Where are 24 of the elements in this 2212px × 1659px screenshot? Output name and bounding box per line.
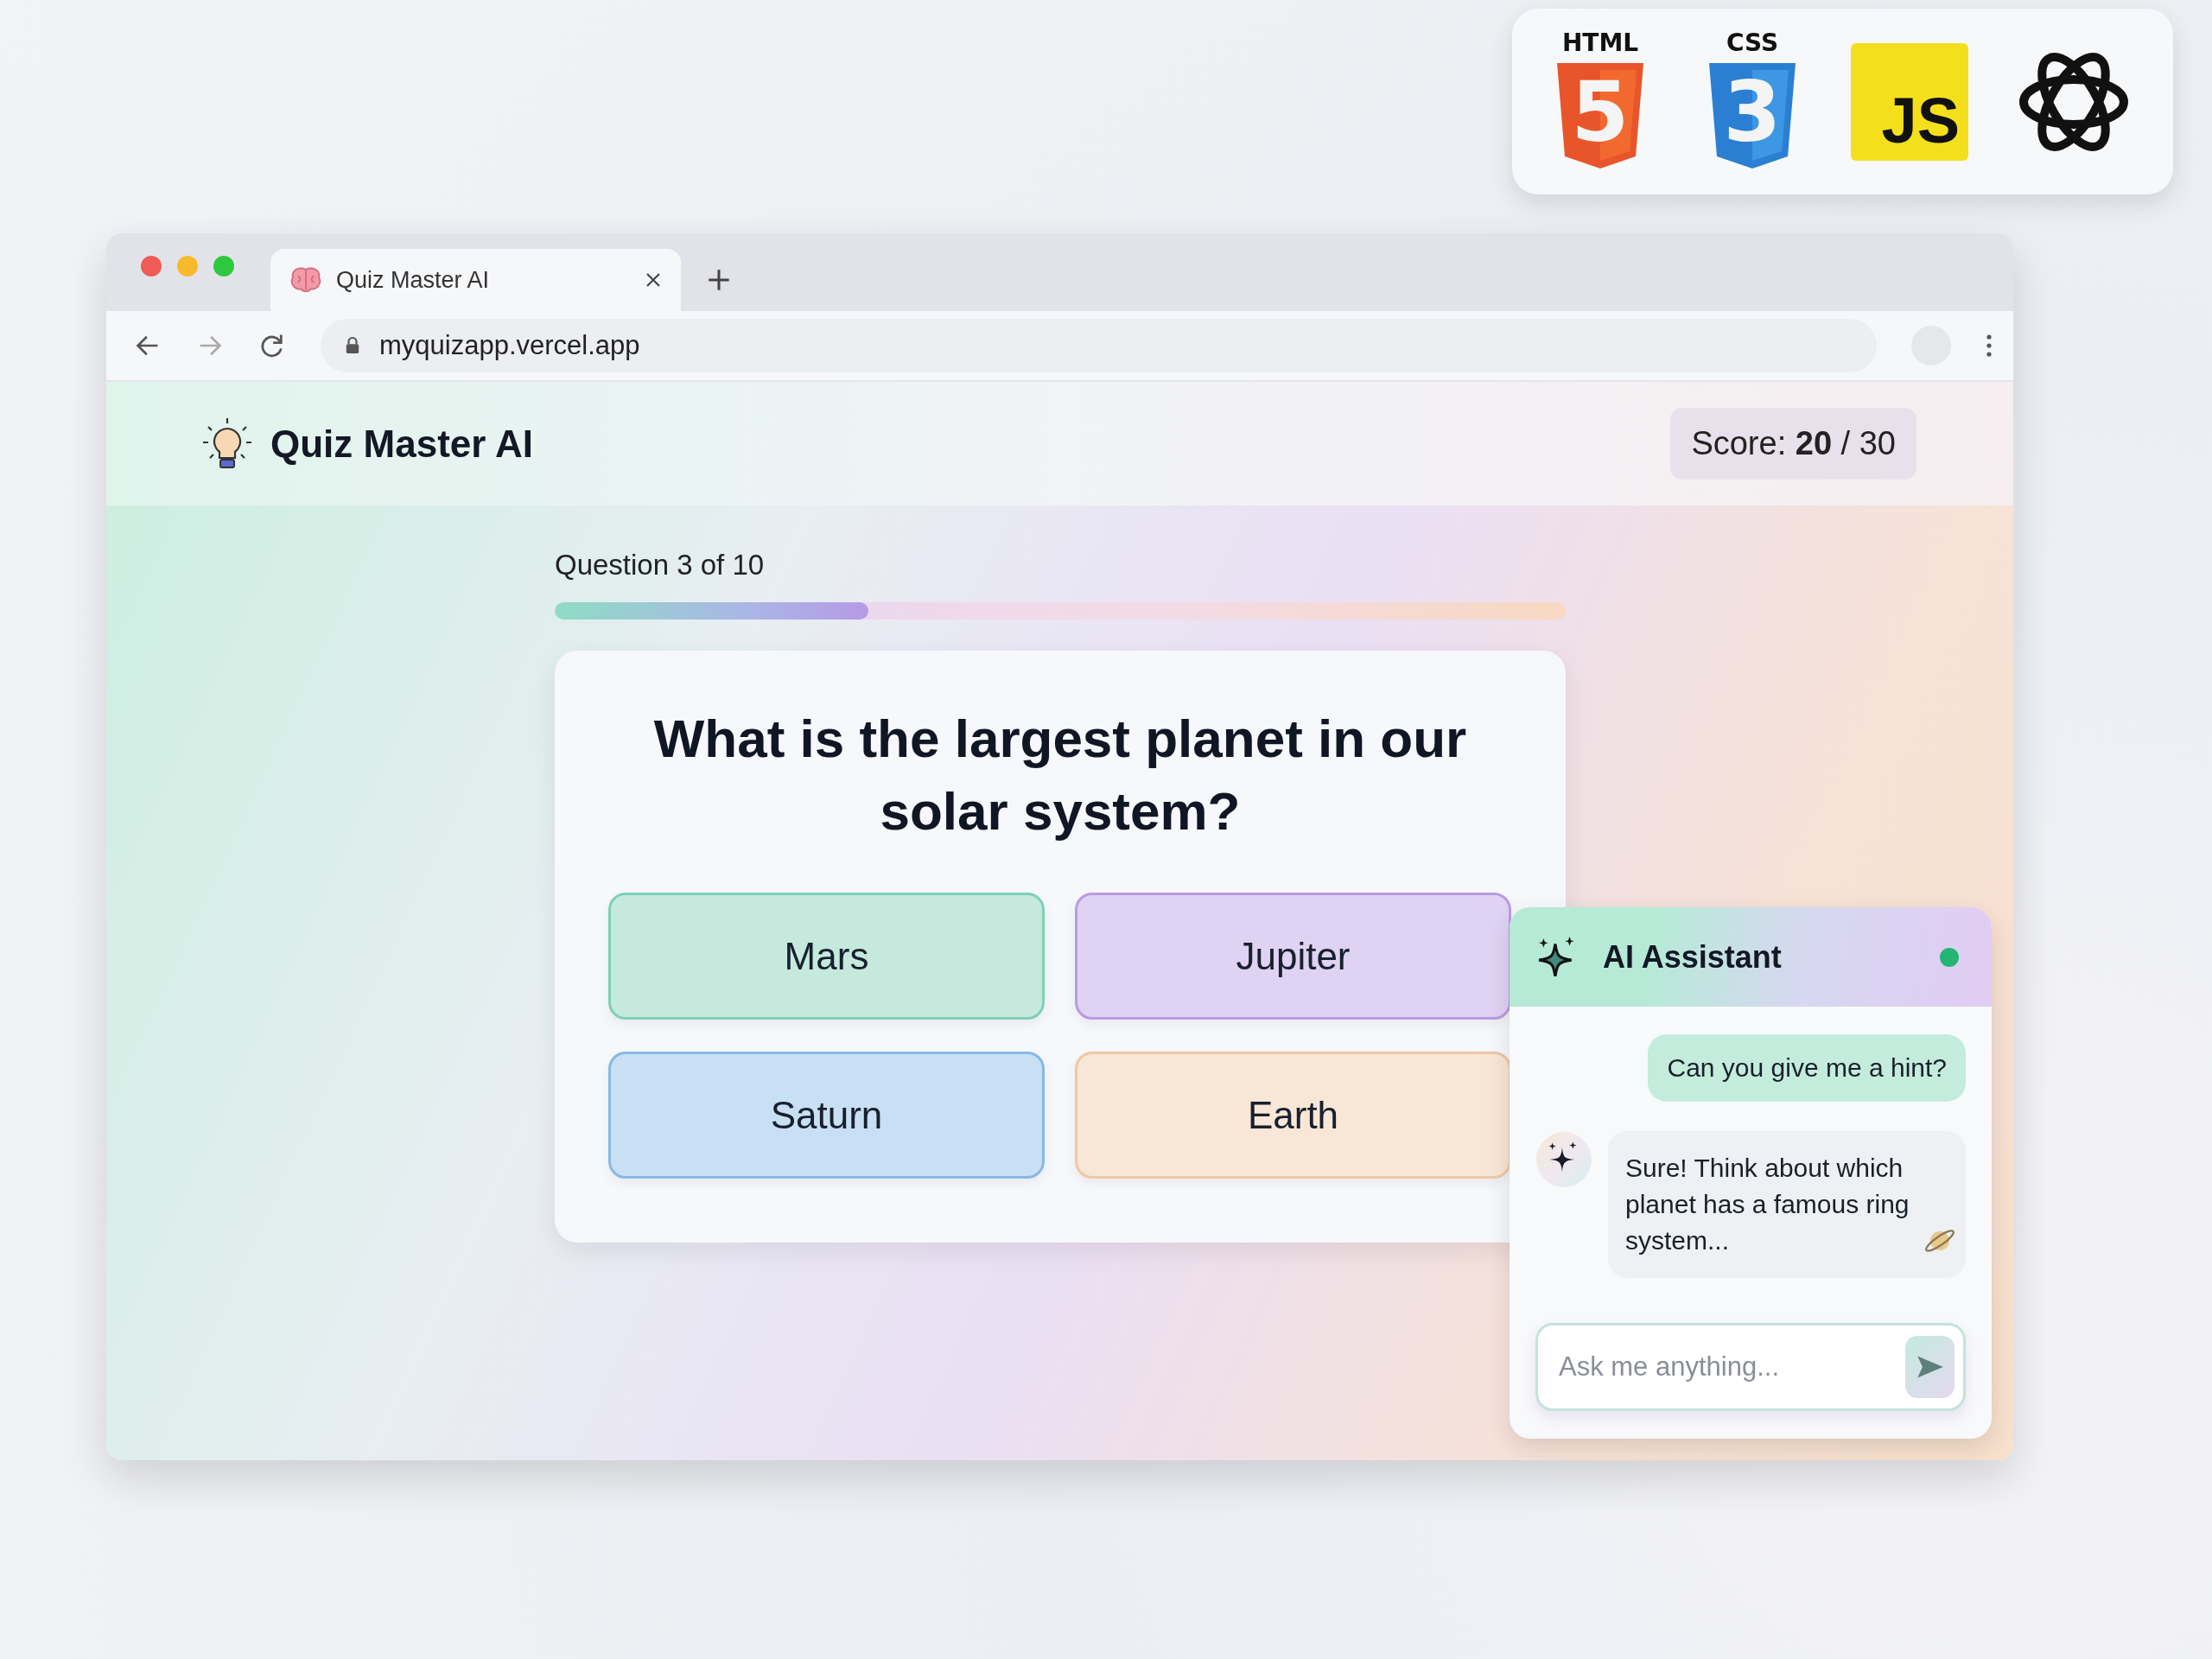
close-button[interactable] [141,256,162,276]
answer-button[interactable]: Saturn [608,1052,1045,1179]
js-logo: JS [1851,42,1968,161]
menu-icon[interactable] [1986,334,1993,358]
app-header: Quiz Master AI Score: 20 / 30 [106,382,2013,505]
user-message: Can you give me a hint? [1648,1034,1966,1102]
answer-button[interactable]: Jupiter [1075,893,1511,1020]
question-counter: Question 3 of 10 [555,549,766,582]
assistant-avatar-icon [1535,1131,1592,1188]
message-input[interactable]: Ask me anything... [1557,1351,1905,1383]
brain-icon [289,266,322,294]
lock-icon [345,336,360,355]
browser-tab[interactable]: Quiz Master AI [270,249,681,311]
question-text: What is the largest planet in our solar system? [652,708,1468,842]
send-button[interactable] [1905,1336,1955,1398]
close-icon[interactable] [645,271,662,289]
message-field[interactable]: Ask me anything... [1535,1323,1966,1411]
address-field[interactable]: myquizapp.vercel.app [321,319,1877,372]
answer-button[interactable]: Earth [1075,1052,1511,1179]
assistant-message: Sure! Think about which planet has a famous ring system... [1625,1153,1910,1256]
answer-button[interactable]: Mars [608,893,1045,1020]
new-tab-icon[interactable] [707,268,731,292]
score-badge: Score: 20 / 30 [1670,408,1916,480]
chat-header: AI Assistant [1510,907,1992,1007]
